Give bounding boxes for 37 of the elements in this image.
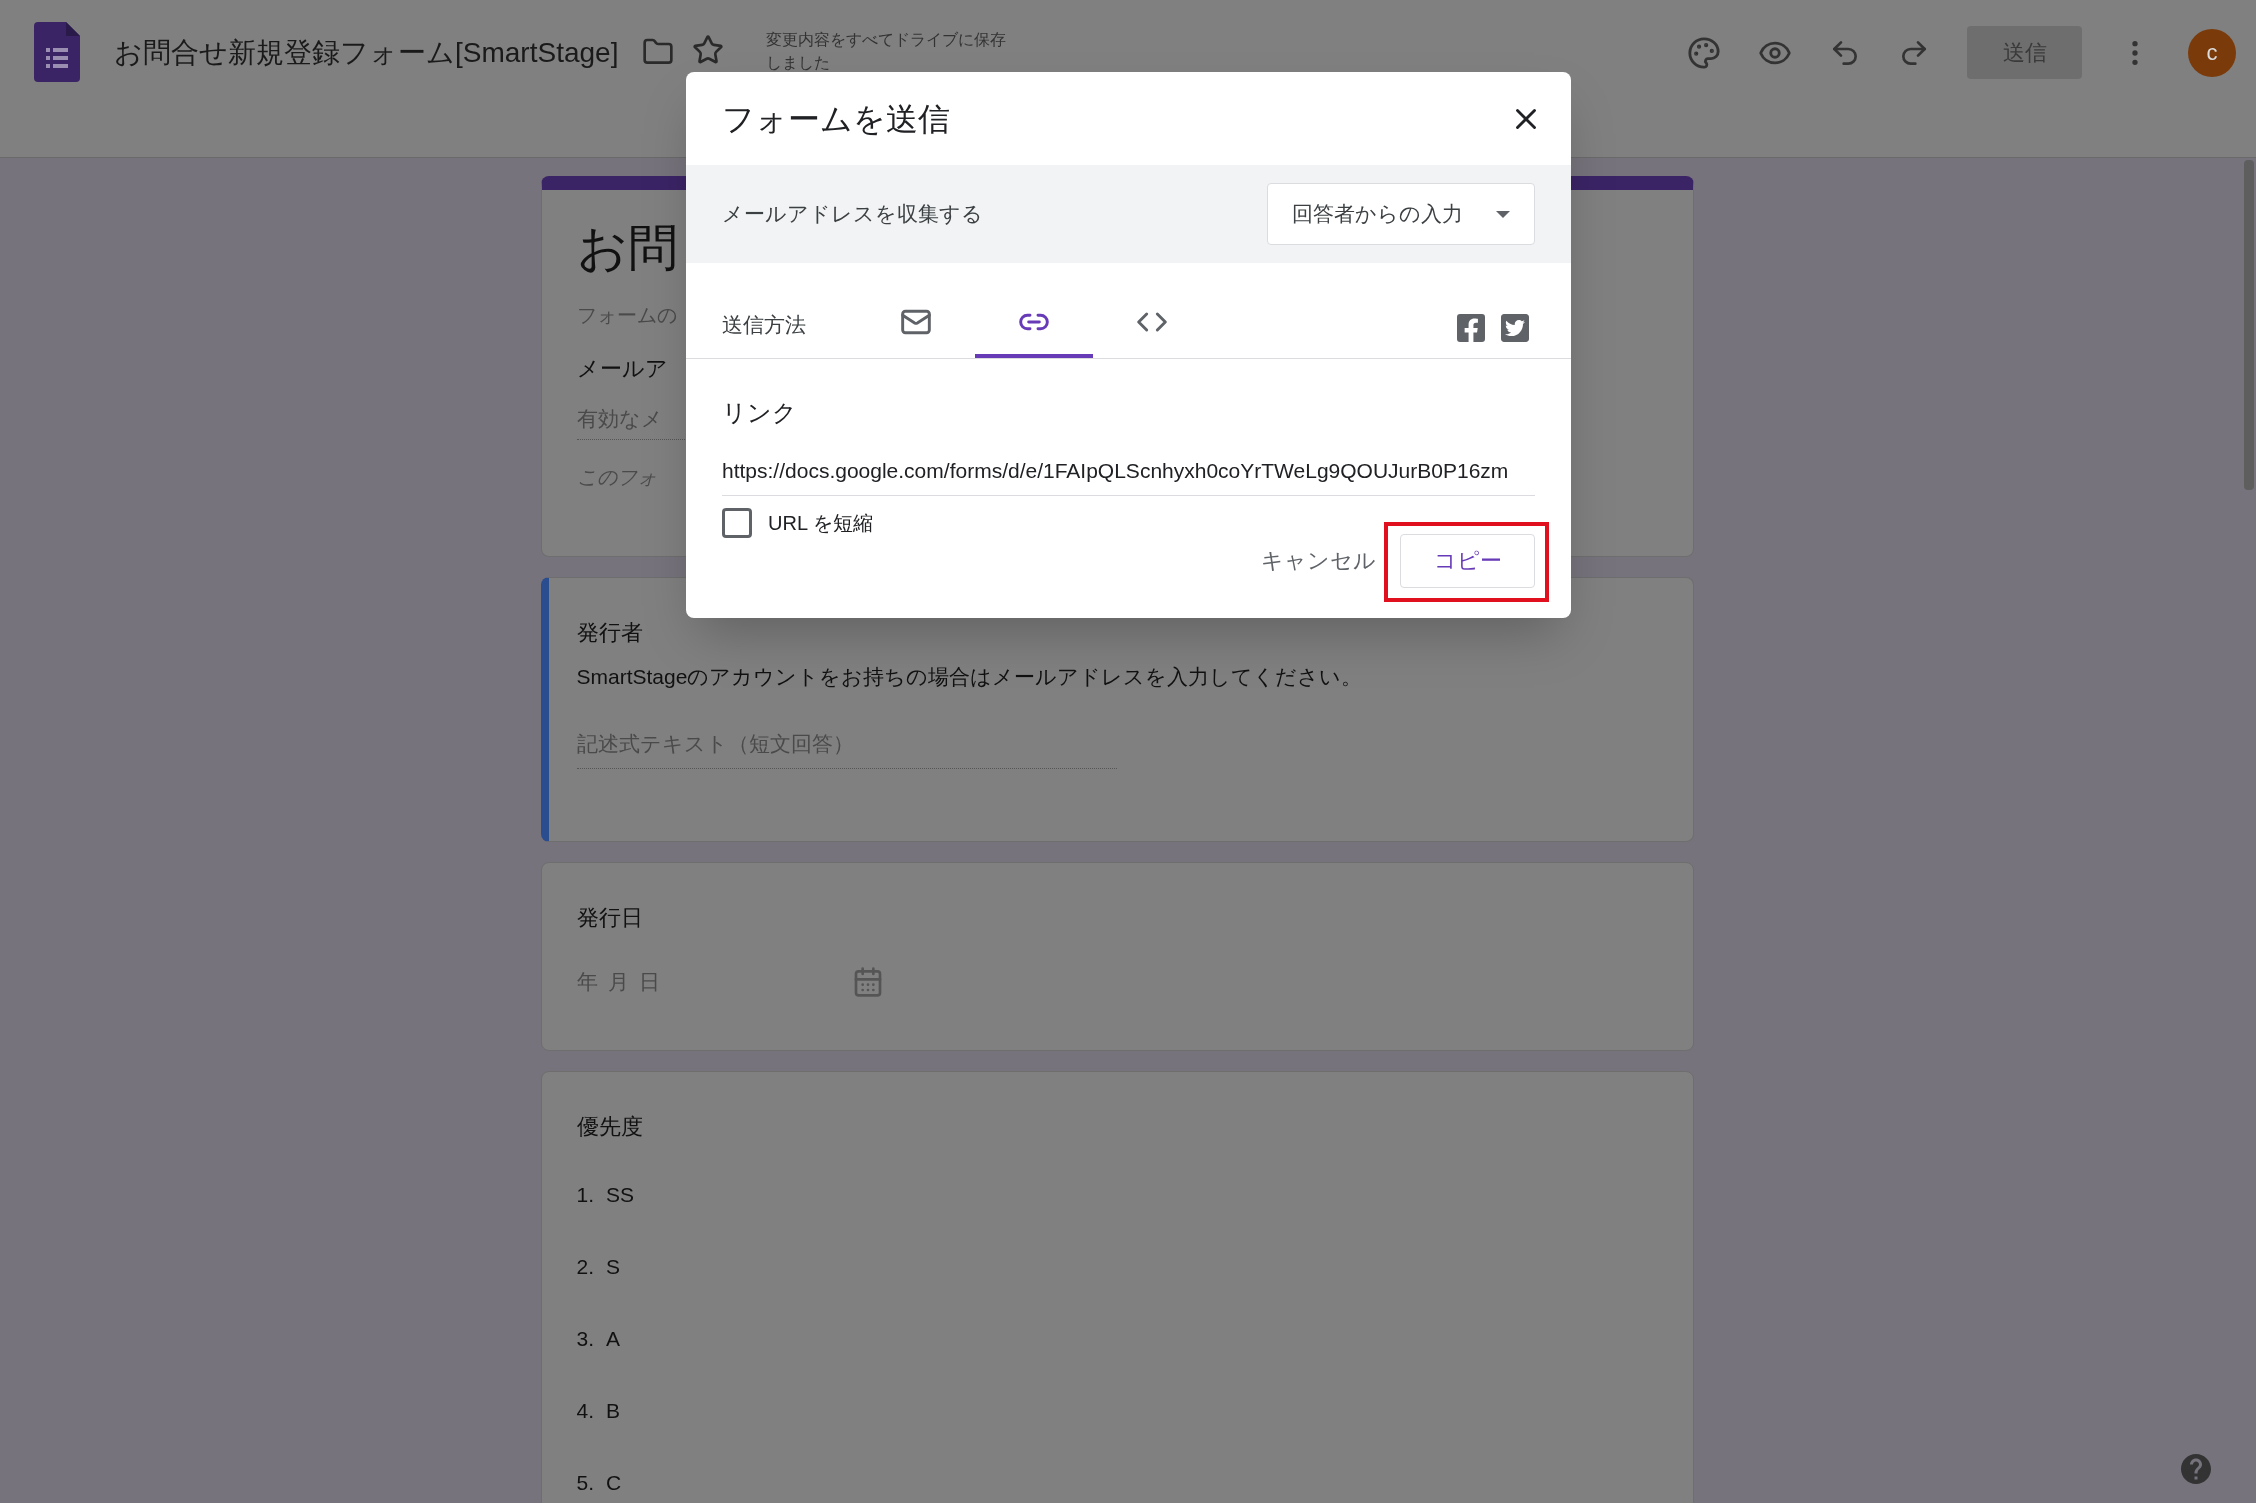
save-status: 変更内容をすべてドライブに保存しました: [766, 30, 1008, 73]
email-collection-label: メールアドレスを収集する: [722, 201, 983, 228]
option-number: 3.: [576, 1325, 594, 1352]
email-label: メールア: [576, 355, 668, 383]
scrollbar[interactable]: [2244, 160, 2254, 490]
twitter-icon[interactable]: [1499, 312, 1531, 344]
shorten-url-checkbox[interactable]: [722, 507, 752, 538]
facebook-icon[interactable]: [1455, 312, 1487, 344]
url-field[interactable]: https://docs.google.com/forms/d/e/1FAIpQLScnhyxh0coYrTWeLg9QOUJurB0P16zm: [722, 455, 1535, 496]
help-icon[interactable]: [2178, 1451, 2214, 1487]
question-description: SmartStageのアカウントをお持ちの場合はメールアドレスを入力してください。: [576, 663, 1364, 690]
send-method-label: 送信方法: [722, 311, 807, 338]
email-collection-dropdown[interactable]: 回答者からの入力: [1267, 183, 1535, 245]
form-heading: お問: [576, 219, 678, 278]
option-label: C: [606, 1469, 622, 1496]
caret-icon: [1496, 210, 1510, 218]
option-label: B: [606, 1397, 621, 1424]
question-title: 発行日: [576, 903, 644, 932]
copy-button[interactable]: コピー: [1400, 533, 1535, 588]
option-number: 2.: [576, 1253, 594, 1280]
option-label: SS: [606, 1181, 635, 1208]
shorten-url-label: URL を短縮: [768, 510, 873, 536]
palette-icon[interactable]: [1687, 35, 1721, 70]
star-icon[interactable]: [692, 34, 725, 66]
form-title[interactable]: お問合せ新規登録フォーム[SmartStage]: [114, 32, 619, 74]
forms-logo-icon[interactable]: [34, 22, 80, 82]
question-card[interactable]: 優先度 1. SS 2. S 3. A 4. B 5. C: [540, 1070, 1694, 1503]
dialog-title: フォームを送信: [722, 99, 950, 139]
option-number: 5.: [576, 1469, 594, 1496]
option-number: 4.: [576, 1397, 594, 1424]
option-label: A: [606, 1325, 621, 1352]
option-label: S: [606, 1253, 621, 1280]
link-heading: リンク: [722, 398, 798, 428]
option-number: 1.: [576, 1181, 594, 1208]
avatar[interactable]: c: [2188, 28, 2236, 77]
question-title: 発行者: [576, 618, 644, 647]
question-title: 優先度: [576, 1112, 644, 1141]
